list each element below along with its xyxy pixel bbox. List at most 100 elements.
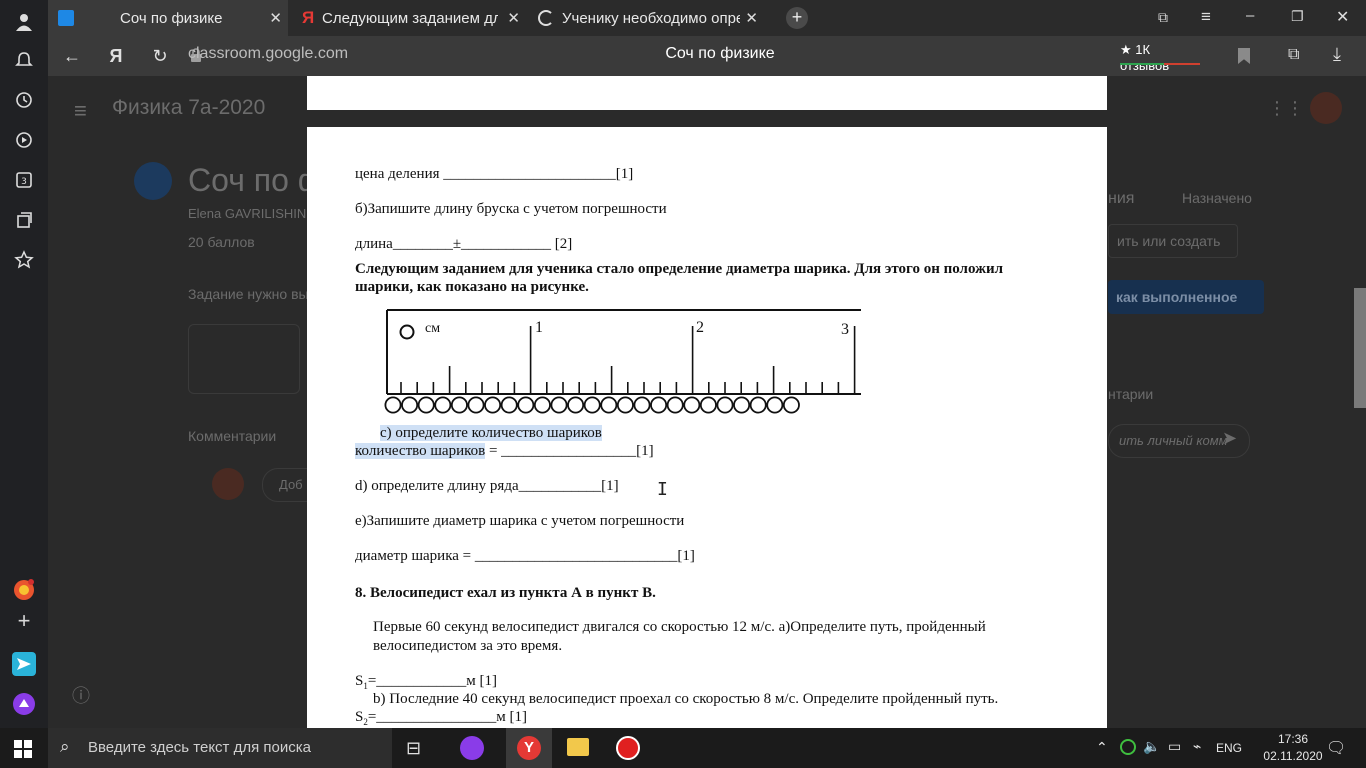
extensions-icon[interactable]: ⧉	[1288, 46, 1299, 64]
profile-icon[interactable]	[12, 10, 36, 34]
ball	[467, 396, 485, 414]
star-icon[interactable]	[12, 248, 36, 272]
help-icon[interactable]: ⓘ	[72, 682, 90, 708]
alice-taskbar-icon[interactable]	[460, 736, 484, 760]
ball	[401, 396, 419, 414]
close-icon[interactable]: ✕	[745, 9, 758, 27]
chevron-up-icon[interactable]: ⌃	[1096, 739, 1108, 756]
answer-blank: = __________________[1]	[485, 443, 654, 459]
send-icon[interactable]: ➤	[1222, 428, 1237, 449]
doc-line: цена деления _______________________[1]	[355, 166, 634, 182]
attachment-card[interactable]	[188, 324, 300, 394]
mark-done-button[interactable]: как выполненное	[1108, 280, 1264, 314]
tab-loading[interactable]: Ученику необходимо опред ✕	[530, 0, 764, 36]
doc-line: 8. Велосипедист ехал из пункта А в пункт…	[355, 585, 656, 601]
send-app-icon[interactable]	[12, 652, 36, 676]
doc-line: Первые 60 секунд велосипедист двигался с…	[373, 619, 986, 635]
doc-line: шарики, как показано на рисунке.	[355, 279, 589, 295]
ball	[417, 396, 435, 414]
app-launcher-icon[interactable]	[12, 578, 36, 602]
ball	[567, 396, 585, 414]
clock-time[interactable]: 17:36	[1265, 732, 1321, 746]
restore-icon[interactable]: ❐	[1291, 8, 1304, 25]
tab-label: Соч по физике	[120, 9, 223, 27]
yandex-browser-taskbar[interactable]: Y	[506, 728, 552, 768]
video-icon[interactable]	[12, 128, 36, 152]
history-icon[interactable]	[12, 88, 36, 112]
scrollbar-thumb[interactable]	[1354, 288, 1366, 408]
ball	[716, 396, 734, 414]
ball	[434, 396, 452, 414]
taskbar-search[interactable]: ⌕ Введите здесь текст для поиска	[48, 728, 392, 768]
tabs-icon[interactable]: ⧉	[1158, 9, 1168, 26]
page-title: Соч по физике	[665, 45, 775, 62]
window-close-icon[interactable]: ✕	[1336, 7, 1349, 27]
doc-line: d) определите длину ряда___________[1]	[355, 478, 619, 494]
volume-icon[interactable]: 🔈	[1143, 738, 1160, 755]
reviews-badge[interactable]: ★ 1К отзывов	[1118, 41, 1202, 73]
doc-line: S2=________________м [1]	[355, 709, 527, 727]
new-tab-button[interactable]: +	[786, 7, 808, 29]
close-icon[interactable]: ✕	[507, 9, 520, 27]
network-icon[interactable]: ⌁	[1193, 738, 1201, 755]
tab-active[interactable]: Соч по физике ✕	[48, 0, 288, 36]
collections-icon[interactable]	[12, 208, 36, 232]
add-create-button[interactable]: ить или создать	[1108, 224, 1238, 258]
doc-line: длина________±____________ [2]	[355, 236, 573, 252]
clock-date[interactable]: 02.11.2020	[1251, 749, 1335, 763]
ball	[666, 396, 684, 414]
minimize-icon[interactable]: –	[1246, 7, 1254, 24]
ball	[766, 396, 784, 414]
ball	[650, 396, 668, 414]
apps-grid-icon[interactable]: ⋮⋮	[1268, 98, 1304, 119]
doc-line: диаметр шарика = _______________________…	[355, 548, 695, 564]
ball	[699, 396, 717, 414]
text-cursor-icon: I	[657, 479, 668, 500]
answer-blank: =________________м [1]	[367, 709, 528, 725]
back-icon[interactable]: ←	[60, 44, 84, 68]
close-icon[interactable]: ✕	[269, 9, 282, 27]
ball	[384, 396, 402, 414]
account-avatar[interactable]	[1310, 92, 1342, 124]
battery-icon[interactable]: ▭	[1168, 738, 1181, 755]
doc-line: Следующим заданием для ученика стало опр…	[355, 261, 1004, 277]
ruler-tick-label: 3	[841, 321, 849, 338]
assignment-author: Elena GAVRILISHIN	[188, 206, 307, 221]
url-text[interactable]: classroom.google.com	[188, 45, 348, 63]
ball-icon	[399, 324, 415, 340]
calendar-icon[interactable]: 3	[12, 168, 36, 192]
svg-text:3: 3	[21, 177, 27, 187]
recorder-icon[interactable]	[616, 736, 640, 760]
bookmark-icon[interactable]	[1238, 48, 1250, 64]
add-icon[interactable]: +	[12, 608, 36, 633]
assignment-note: Задание нужно вы	[188, 286, 309, 302]
download-icon[interactable]: ⤓	[1333, 44, 1341, 65]
hamburger-icon[interactable]: ≡	[74, 98, 87, 124]
task-view-icon[interactable]: ⊟	[406, 738, 421, 759]
reload-icon[interactable]: ↻	[148, 44, 172, 68]
browser-sidebar: 3 +	[0, 0, 48, 728]
alice-icon[interactable]	[12, 692, 36, 716]
language-indicator[interactable]: ENG	[1216, 741, 1242, 755]
course-title[interactable]: Физика 7а-2020	[112, 96, 265, 120]
ball	[600, 396, 618, 414]
status-circle-icon[interactable]	[1120, 739, 1136, 755]
doc-line: количество шариков = __________________[…	[355, 443, 654, 460]
ball	[500, 396, 518, 414]
bell-icon[interactable]	[12, 48, 36, 72]
notifications-icon[interactable]: 🗨	[1326, 738, 1346, 758]
menu-icon[interactable]: ≡	[1201, 7, 1211, 27]
windows-start-icon[interactable]	[14, 740, 32, 758]
ruler-figure: см 1 2 3	[384, 309, 861, 414]
answer-blank: =____________м [1]	[367, 673, 498, 689]
yandex-browser-icon: Y	[517, 736, 541, 760]
ball	[484, 396, 502, 414]
file-explorer-icon[interactable]	[567, 738, 589, 756]
ball	[633, 396, 651, 414]
highlighted-text: количество шариков	[355, 443, 486, 459]
tab-yandex[interactable]: Я Следующим заданием для у ✕	[292, 0, 526, 36]
assignment-points: 20 баллов	[188, 234, 255, 250]
yandex-icon[interactable]: Я	[104, 44, 128, 68]
ball	[683, 396, 701, 414]
loading-icon	[538, 10, 554, 26]
